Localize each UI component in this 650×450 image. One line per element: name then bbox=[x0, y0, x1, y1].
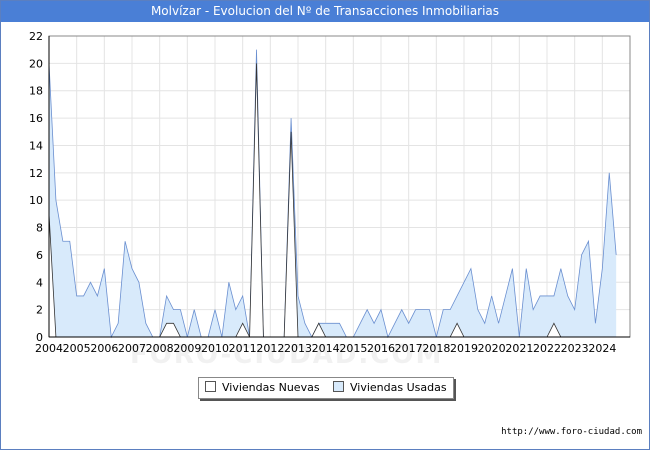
x-tick-label: 2016 bbox=[367, 342, 395, 355]
y-tick-label: 22 bbox=[29, 30, 43, 43]
x-tick-label: 2013 bbox=[284, 342, 312, 355]
chart-legend: Viviendas Nuevas Viviendas Usadas bbox=[198, 377, 454, 399]
y-tick-label: 12 bbox=[29, 167, 43, 180]
x-tick-label: 2024 bbox=[588, 342, 616, 355]
y-tick-label: 16 bbox=[29, 112, 43, 125]
x-tick-label: 2019 bbox=[450, 342, 478, 355]
x-tick-label: 2006 bbox=[90, 342, 118, 355]
x-tick-label: 2004 bbox=[35, 342, 63, 355]
x-tick-label: 2017 bbox=[395, 342, 423, 355]
x-tick-label: 2015 bbox=[339, 342, 367, 355]
y-tick-label: 10 bbox=[29, 194, 43, 207]
source-url: http://www.foro-ciudad.com bbox=[501, 427, 642, 437]
legend-item-nuevas: Viviendas Nuevas bbox=[205, 381, 320, 395]
x-tick-label: 2014 bbox=[312, 342, 340, 355]
legend-swatch-usadas bbox=[333, 381, 344, 392]
legend-label-usadas: Viviendas Usadas bbox=[350, 381, 447, 394]
x-tick-label: 2018 bbox=[422, 342, 450, 355]
y-tick-label: 20 bbox=[29, 57, 43, 70]
x-tick-label: 2007 bbox=[118, 342, 146, 355]
y-tick-label: 6 bbox=[36, 249, 43, 262]
x-tick-label: 2012 bbox=[256, 342, 284, 355]
x-tick-label: 2010 bbox=[201, 342, 229, 355]
y-tick-label: 2 bbox=[36, 304, 43, 317]
x-tick-label: 2005 bbox=[63, 342, 91, 355]
x-tick-label: 2023 bbox=[561, 342, 589, 355]
x-tick-label: 2011 bbox=[229, 342, 257, 355]
y-tick-label: 8 bbox=[36, 222, 43, 235]
legend-swatch-nuevas bbox=[205, 381, 216, 392]
x-tick-label: 2022 bbox=[533, 342, 561, 355]
y-tick-label: 14 bbox=[29, 139, 43, 152]
y-tick-label: 18 bbox=[29, 85, 43, 98]
legend-label-nuevas: Viviendas Nuevas bbox=[222, 381, 320, 394]
x-tick-label: 2020 bbox=[478, 342, 506, 355]
y-tick-label: 4 bbox=[36, 276, 43, 289]
legend-item-usadas: Viviendas Usadas bbox=[333, 381, 447, 395]
x-tick-label: 2009 bbox=[173, 342, 201, 355]
x-tick-label: 2008 bbox=[146, 342, 174, 355]
x-tick-label: 2021 bbox=[505, 342, 533, 355]
